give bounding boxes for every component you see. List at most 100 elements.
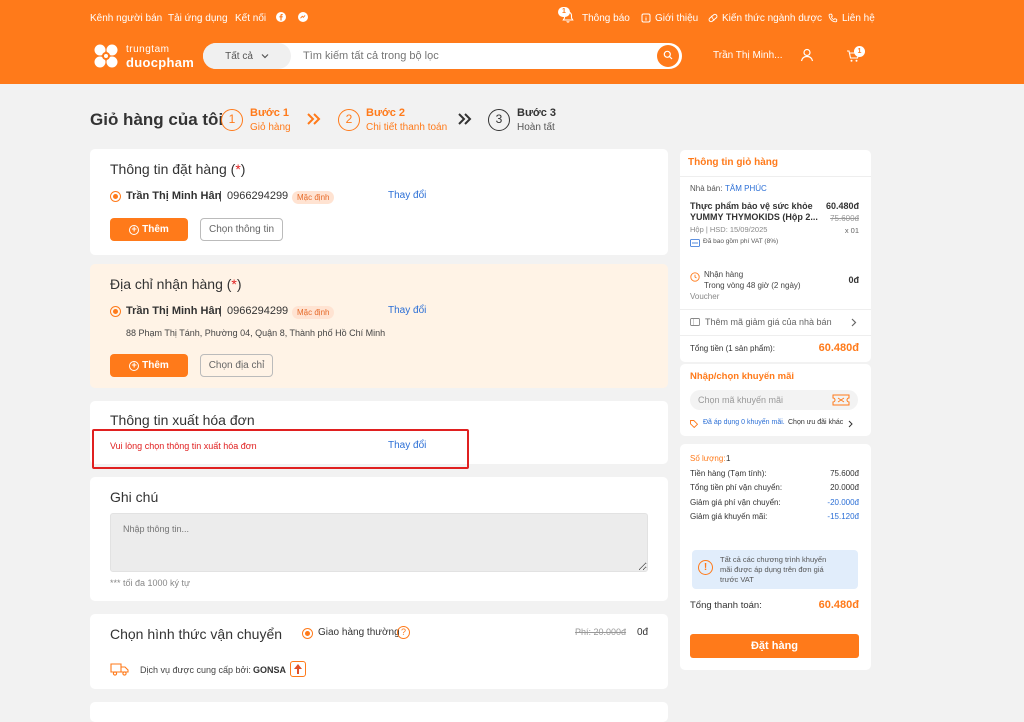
- shipping-title: Chọn hình thức vận chuyển: [110, 626, 283, 642]
- site-header: Kênh người bán Tải ứng dụng Kết nối 1 Th…: [0, 0, 1024, 84]
- choose-address-button[interactable]: Chọn địa chỉ: [200, 354, 273, 377]
- default-badge: Mặc định: [292, 306, 335, 319]
- voucher-label: Voucher: [690, 292, 720, 301]
- search-button[interactable]: [657, 45, 679, 67]
- order-info-title: Thông tin đặt hàng (*): [110, 161, 246, 177]
- truck-icon: [110, 662, 130, 679]
- search-icon: [663, 50, 673, 63]
- note-textarea[interactable]: [110, 513, 648, 572]
- intro-link[interactable]: Giới thiệu: [655, 13, 698, 24]
- add-order-info-button[interactable]: + Thêm: [110, 218, 188, 241]
- facebook-icon[interactable]: [276, 12, 286, 25]
- shipping-fee: 0đ: [637, 627, 649, 638]
- ticket-icon: [832, 394, 850, 409]
- notification-link[interactable]: Thông báo: [582, 13, 630, 24]
- chevron-right-icon[interactable]: [851, 318, 857, 330]
- chevron-right-icon[interactable]: [848, 419, 853, 431]
- user-icon[interactable]: [800, 48, 814, 65]
- choose-more-promo-link[interactable]: Chọn ưu đãi khác: [788, 419, 843, 426]
- warning-icon: !: [698, 560, 713, 575]
- shipping-option-label: Giao hàng thường: [318, 627, 400, 638]
- product-meta: Hộp | HSD: 15/09/2025: [690, 225, 768, 234]
- seller-channel-link[interactable]: Kênh người bán: [90, 13, 162, 24]
- knowledge-link[interactable]: Kiến thức ngành dược: [722, 13, 822, 24]
- category-select[interactable]: Tất cả: [203, 43, 291, 69]
- summary-row-label: Tổng tiền phí vận chuyển:: [690, 483, 783, 492]
- pill-icon: [708, 13, 718, 26]
- step-3-sub: Hoàn tất: [517, 122, 555, 133]
- note-title: Ghi chú: [110, 489, 159, 505]
- plus-circle-icon: +: [129, 360, 140, 371]
- summary-row-value: 75.600đ: [830, 469, 859, 478]
- promo-card: Nhập/chọn khuyến mãi Chọn mã khuyến mãi …: [680, 364, 871, 436]
- summary-card: Số lượng: 1 Tiền hàng (Tạm tính): 75.600…: [680, 444, 871, 670]
- note-card: Ghi chú *** tối đa 1000 ký tự: [90, 477, 668, 601]
- vat-icon: [690, 238, 700, 250]
- product-old-price: 75.600đ: [830, 214, 859, 223]
- connect-label: Kết nối: [235, 13, 267, 24]
- summary-row-value: -20.000đ: [827, 498, 859, 507]
- order-info-change-link[interactable]: Thay đổi: [388, 190, 426, 201]
- add-address-button[interactable]: + Thêm: [110, 354, 188, 377]
- page-title: Giỏ hàng của tôi: [90, 110, 224, 129]
- divider: [680, 176, 871, 177]
- seller-name-link[interactable]: TÂM PHÚC: [725, 184, 767, 193]
- seller-voucher-link[interactable]: Thêm mã giảm giá của nhà bán: [705, 317, 832, 327]
- product-name-line1[interactable]: Thực phẩm bảo vệ sức khỏe: [690, 201, 813, 211]
- info-icon: [641, 13, 651, 26]
- product-name-line2[interactable]: YUMMY THYMOKIDS (Hộp 2...: [690, 212, 818, 222]
- product-qty: x 01: [844, 226, 859, 235]
- divider: [680, 309, 871, 310]
- order-info-radio[interactable]: [110, 191, 121, 202]
- contact-link[interactable]: Liên hệ: [842, 13, 875, 24]
- messenger-icon[interactable]: [298, 12, 308, 25]
- seller-label: Nhà bán:: [690, 184, 723, 193]
- address-card: Địa chỉ nhận hàng (*) Trần Thị Minh Hân …: [90, 264, 668, 388]
- default-badge: Mặc định: [292, 191, 335, 204]
- promo-input[interactable]: Chọn mã khuyến mãi: [698, 395, 783, 405]
- cart-count-badge: 1: [854, 46, 865, 57]
- phone-icon: [828, 13, 838, 26]
- plus-circle-icon: +: [129, 224, 140, 235]
- clock-icon: [690, 272, 700, 285]
- subtotal-value: 60.480đ: [818, 342, 859, 354]
- product-price: 60.480đ: [825, 201, 859, 211]
- invoice-change-link[interactable]: Thay đổi: [388, 440, 426, 451]
- delivery-time: Trong vòng 48 giờ (2 ngày): [704, 281, 801, 290]
- summary-row-label: Giảm giá phí vận chuyển:: [690, 498, 781, 507]
- vat-notice-text: Tất cả các chương trình khuyến mãi được …: [720, 555, 827, 584]
- qty-value: 1: [726, 454, 731, 463]
- search-input[interactable]: [303, 50, 657, 62]
- address-line: 88 Phạm Thị Tánh, Phường 04, Quận 8, Thà…: [126, 328, 386, 338]
- user-name[interactable]: Trần Thị Minh...: [713, 50, 782, 61]
- note-limit: *** tối đa 1000 ký tự: [110, 578, 191, 588]
- summary-row-value: 20.000đ: [830, 483, 859, 492]
- step-chevron-icon: [458, 113, 472, 128]
- step-2-sub: Chi tiết thanh toán: [366, 122, 448, 133]
- address-change-link[interactable]: Thay đổi: [388, 305, 426, 316]
- step-chevron-icon: [307, 113, 321, 128]
- summary-row-label: Tiền hàng (Tạm tính):: [690, 469, 767, 478]
- address-radio[interactable]: [110, 306, 121, 317]
- question-icon[interactable]: ?: [397, 626, 410, 639]
- cart-info-title: Thông tin giỏ hàng: [688, 157, 778, 168]
- order-info-card: Thông tin đặt hàng (*) Trần Thị Minh Hân…: [90, 149, 668, 255]
- download-app-link[interactable]: Tải ứng dụng: [168, 13, 228, 24]
- summary-row-value: -15.120đ: [827, 512, 859, 521]
- delivery-title: Nhận hàng: [704, 270, 744, 279]
- address-divider: |: [219, 305, 222, 317]
- place-order-button[interactable]: Đặt hàng: [690, 634, 859, 658]
- invoice-title: Thông tin xuất hóa đơn: [110, 412, 255, 428]
- choose-info-button[interactable]: Chọn thông tin: [200, 218, 283, 241]
- step-3-title: Bước 3: [517, 107, 557, 119]
- summary-row-label: Giảm giá khuyến mãi:: [690, 512, 768, 521]
- step-3-number: 3: [488, 109, 510, 131]
- search-bar: Tất cả: [203, 43, 682, 69]
- shipping-option-radio[interactable]: [302, 628, 313, 639]
- step-1-number: 1: [221, 109, 243, 131]
- logo-mark[interactable]: [90, 40, 122, 72]
- vat-note: Đã bao gồm phí VAT (8%): [703, 238, 779, 245]
- promo-applied: Đã áp dụng 0 khuyến mãi.: [703, 419, 785, 426]
- promo-input-wrap[interactable]: Chọn mã khuyến mãi: [690, 390, 858, 410]
- chevron-down-icon: [261, 51, 269, 62]
